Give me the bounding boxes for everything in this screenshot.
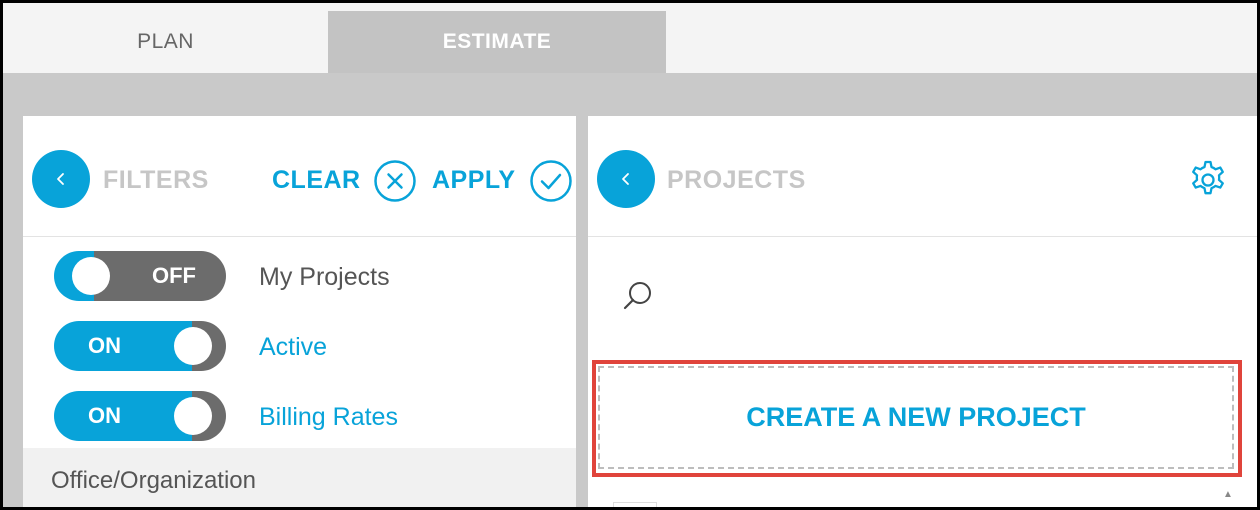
projects-header-divider xyxy=(588,236,1257,237)
apply-button[interactable]: APPLY xyxy=(432,166,516,195)
scroll-up-arrow-icon[interactable]: ▲ xyxy=(1222,489,1234,501)
chevron-left-icon xyxy=(622,173,629,185)
tab-plan[interactable]: PLAN xyxy=(3,11,328,73)
toggle-state: ON xyxy=(88,403,121,428)
filters-title: FILTERS xyxy=(103,166,209,194)
filters-panel: FILTERS CLEAR APPLY OFF My Projects ON A… xyxy=(23,116,576,507)
projects-collapse-button[interactable] xyxy=(597,150,655,208)
billing-rates-toggle[interactable]: ON xyxy=(54,391,226,441)
toggle-knob xyxy=(72,257,110,295)
toggle-state: OFF xyxy=(152,263,196,288)
my-projects-toggle[interactable]: OFF xyxy=(54,251,226,301)
search-icon[interactable] xyxy=(618,276,658,316)
billing-rates-label: Billing Rates xyxy=(259,403,398,431)
tab-estimate[interactable]: ESTIMATE xyxy=(328,11,666,73)
projects-panel: PROJECTS CREATE A NEW PROJECT ▲ xyxy=(588,116,1257,507)
filters-collapse-button[interactable] xyxy=(32,150,90,208)
my-projects-label: My Projects xyxy=(259,263,390,291)
list-item-checkbox[interactable] xyxy=(613,502,657,507)
chevron-left-icon xyxy=(57,173,64,185)
toggle-knob xyxy=(174,397,212,435)
app-frame: PLAN ESTIMATE FILTERS CLEAR APPLY OFF My… xyxy=(3,3,1257,507)
projects-title: PROJECTS xyxy=(667,166,806,194)
create-new-project-button[interactable]: CREATE A NEW PROJECT xyxy=(598,366,1234,469)
gear-icon[interactable] xyxy=(1186,158,1230,202)
toggle-on-segment xyxy=(54,391,192,441)
filters-header-divider xyxy=(23,236,576,237)
active-toggle[interactable]: ON xyxy=(54,321,226,371)
tab-bar: PLAN ESTIMATE xyxy=(3,3,1257,73)
toggle-on-segment xyxy=(54,321,192,371)
toggle-state: ON xyxy=(88,333,121,358)
apply-check-icon[interactable] xyxy=(529,159,573,203)
active-label: Active xyxy=(259,333,328,361)
office-organization-section[interactable]: Office/Organization xyxy=(23,448,576,507)
toggle-knob xyxy=(174,327,212,365)
clear-icon[interactable] xyxy=(373,159,417,203)
clear-button[interactable]: CLEAR xyxy=(272,166,361,195)
